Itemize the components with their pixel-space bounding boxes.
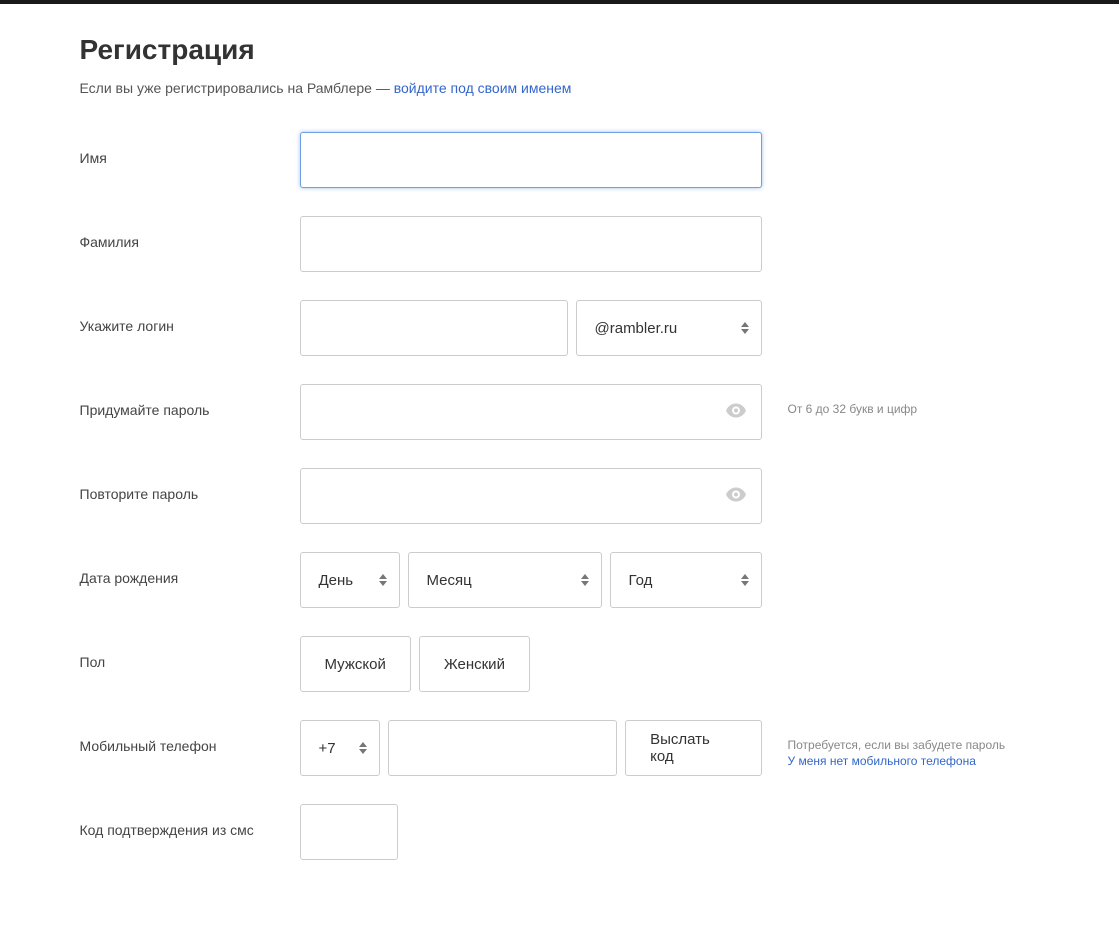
chevron-updown-icon: [741, 322, 749, 334]
page-title: Регистрация: [80, 34, 1040, 66]
dob-year-value: Год: [629, 572, 653, 589]
gender-female-button[interactable]: Женский: [419, 636, 530, 692]
dob-month-value: Месяц: [427, 572, 472, 589]
password2-input[interactable]: [300, 468, 762, 524]
firstname-input[interactable]: [300, 132, 762, 188]
phone-cc-select[interactable]: +7: [300, 720, 381, 776]
phone-input[interactable]: [388, 720, 617, 776]
chevron-updown-icon: [581, 574, 589, 586]
gender-male-button[interactable]: Мужской: [300, 636, 411, 692]
smscode-input[interactable]: [300, 804, 398, 860]
send-code-button[interactable]: Выслать код: [625, 720, 761, 776]
label-password: Придумайте пароль: [80, 384, 300, 418]
subhead: Если вы уже регистрировались на Рамблере…: [80, 80, 1040, 96]
dob-month-select[interactable]: Месяц: [408, 552, 602, 608]
label-firstname: Имя: [80, 132, 300, 166]
chevron-updown-icon: [741, 574, 749, 586]
label-gender: Пол: [80, 636, 300, 670]
lastname-input[interactable]: [300, 216, 762, 272]
dob-day-select[interactable]: День: [300, 552, 400, 608]
dob-year-select[interactable]: Год: [610, 552, 762, 608]
login-domain-select[interactable]: @rambler.ru: [576, 300, 762, 356]
label-dob: Дата рождения: [80, 552, 300, 586]
login-link[interactable]: войдите под своим именем: [394, 80, 572, 96]
label-phone: Мобильный телефон: [80, 720, 300, 754]
label-smscode: Код подтверждения из смс: [80, 804, 300, 838]
label-lastname: Фамилия: [80, 216, 300, 250]
hint-password: От 6 до 32 букв и цифр: [762, 384, 918, 416]
chevron-updown-icon: [379, 574, 387, 586]
label-password2: Повторите пароль: [80, 468, 300, 502]
chevron-updown-icon: [359, 742, 367, 754]
login-domain-value: @rambler.ru: [595, 320, 678, 337]
dob-day-value: День: [319, 572, 354, 589]
no-phone-link[interactable]: У меня нет мобильного телефона: [788, 754, 1006, 768]
subhead-text: Если вы уже регистрировались на Рамблере…: [80, 80, 394, 96]
phone-cc-value: +7: [319, 740, 336, 757]
password-input[interactable]: [300, 384, 762, 440]
hint-phone: Потребуется, если вы забудете пароль: [788, 738, 1006, 752]
login-input[interactable]: [300, 300, 568, 356]
label-login: Укажите логин: [80, 300, 300, 334]
